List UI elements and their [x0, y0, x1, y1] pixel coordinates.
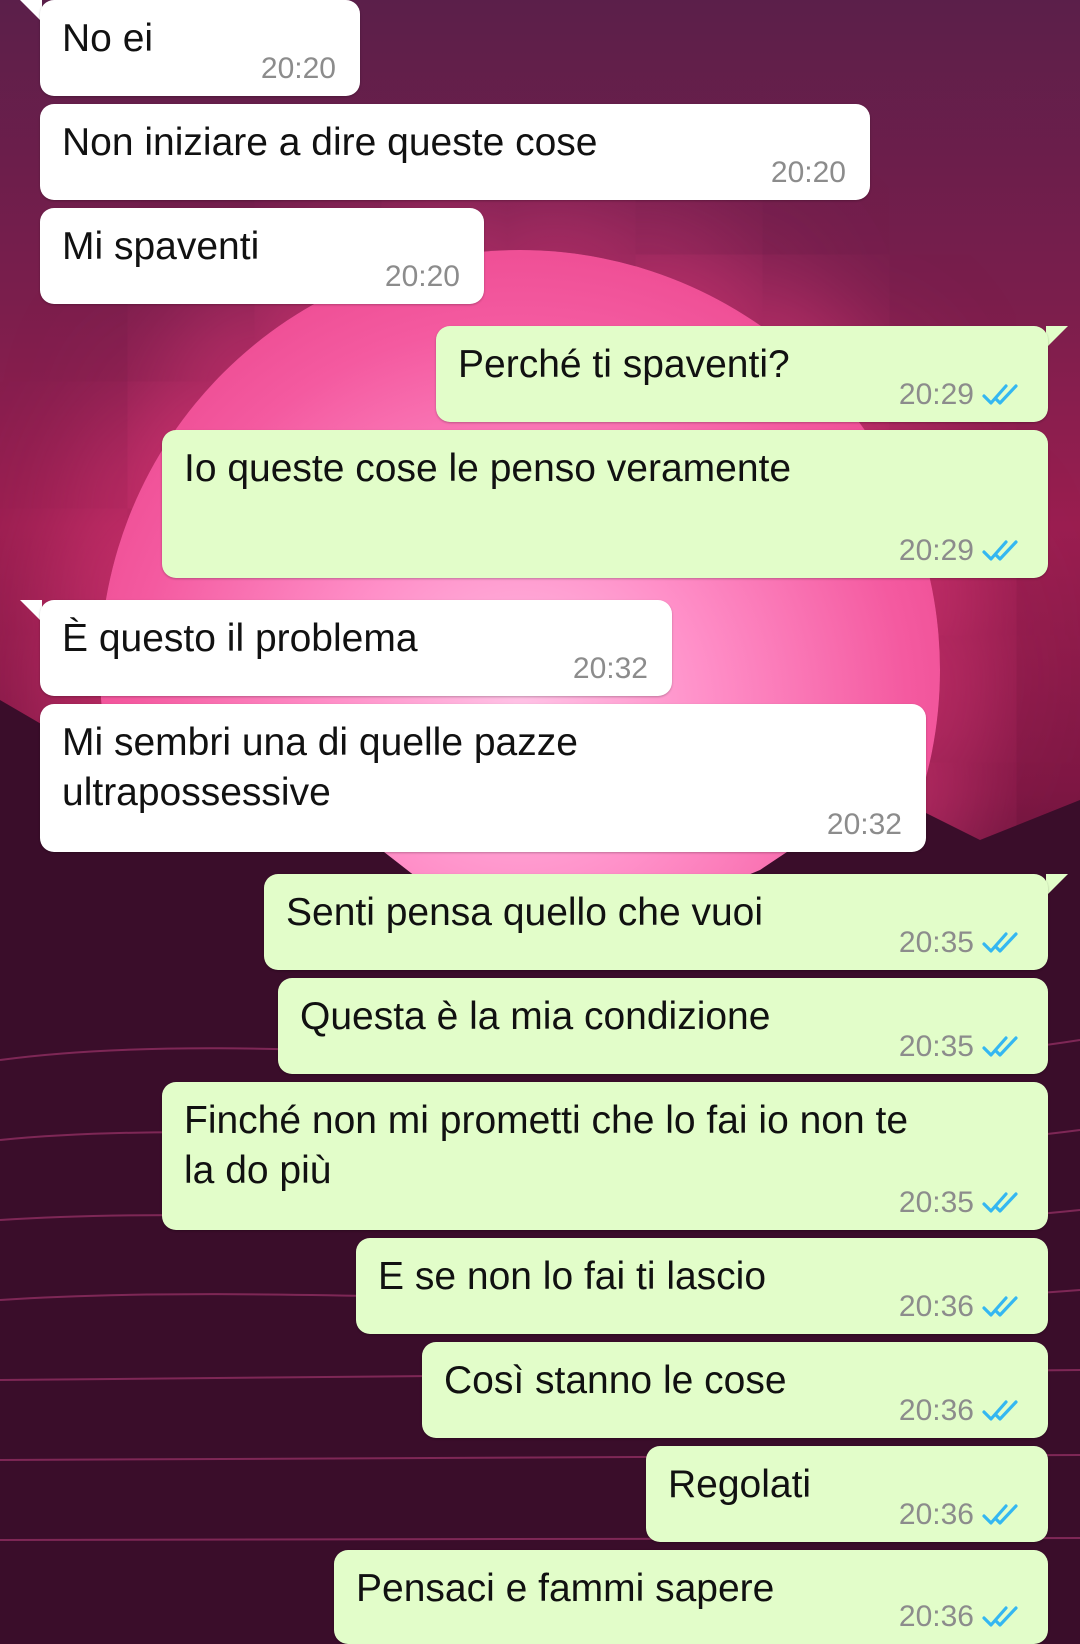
message-meta: 20:36 [899, 1600, 1024, 1634]
message-bubble-outgoing[interactable]: Io queste cose le penso veramente 20:29 [162, 430, 1048, 578]
message-meta: 20:29 [899, 378, 1024, 412]
message-bubble-outgoing[interactable]: Senti pensa quello che vuoi 20:35 [264, 874, 1048, 970]
message-meta: 20:20 [385, 260, 460, 294]
double-check-icon [982, 1296, 1018, 1317]
bubble-tail [1046, 326, 1068, 348]
message-bubble-outgoing[interactable]: Finché non mi prometti che lo fai io non… [162, 1082, 1048, 1230]
double-check-icon [982, 1606, 1018, 1627]
bubble-tail [20, 0, 42, 22]
message-time: 20:32 [826, 808, 902, 841]
bubble-tail [20, 600, 42, 622]
message-time: 20:20 [770, 156, 846, 189]
message-bubble-incoming[interactable]: È questo il problema 20:32 [40, 600, 672, 696]
message-time: 20:36 [898, 1394, 974, 1427]
message-text: È questo il problema [62, 617, 418, 660]
double-check-icon [982, 932, 1018, 953]
message-time: 20:20 [384, 260, 460, 293]
message-meta: 20:35 [899, 926, 1024, 960]
message-time: 20:36 [898, 1600, 974, 1633]
message-bubble-incoming[interactable]: Non iniziare a dire queste cose 20:20 [40, 104, 870, 200]
message-meta: 20:35 [899, 1186, 1024, 1220]
message-meta: 20:32 [573, 652, 648, 686]
message-bubble-incoming[interactable]: Mi sembri una di quelle pazze ultraposse… [40, 704, 926, 852]
message-meta: 20:32 [827, 808, 902, 842]
double-check-icon [982, 1192, 1018, 1213]
message-meta: 20:36 [899, 1498, 1024, 1532]
double-check-icon [982, 384, 1018, 405]
message-bubble-outgoing[interactable]: E se non lo fai ti lascio 20:36 [356, 1238, 1048, 1334]
message-time: 20:35 [898, 1030, 974, 1063]
message-text: Mi sembri una di quelle pazze ultraposse… [62, 721, 578, 814]
double-check-icon [982, 1400, 1018, 1421]
message-time: 20:35 [898, 926, 974, 959]
message-bubble-outgoing[interactable]: Pensaci e fammi sapere 20:36 [334, 1550, 1048, 1644]
double-check-icon [982, 1504, 1018, 1525]
message-time: 20:32 [572, 652, 648, 685]
bubble-tail [1046, 874, 1068, 896]
message-meta: 20:20 [771, 156, 846, 190]
message-time: 20:36 [898, 1290, 974, 1323]
message-bubble-outgoing[interactable]: Perché ti spaventi? 20:29 [436, 326, 1048, 422]
message-bubble-outgoing[interactable]: Questa è la mia condizione 20:35 [278, 978, 1048, 1074]
message-time: 20:20 [260, 52, 336, 85]
message-text: Finché non mi prometti che lo fai io non… [184, 1099, 909, 1192]
message-meta: 20:36 [899, 1394, 1024, 1428]
message-bubble-outgoing[interactable]: Regolati 20:36 [646, 1446, 1048, 1542]
message-meta: 20:20 [261, 52, 336, 86]
message-bubble-incoming[interactable]: Mi spaventi 20:20 [40, 208, 484, 304]
message-bubble-outgoing[interactable]: Così stanno le cose 20:36 [422, 1342, 1048, 1438]
double-check-icon [982, 1036, 1018, 1057]
message-meta: 20:29 [899, 534, 1024, 568]
message-time: 20:36 [898, 1498, 974, 1531]
message-meta: 20:36 [899, 1290, 1024, 1324]
message-time: 20:29 [898, 378, 974, 411]
message-time: 20:35 [898, 1186, 974, 1219]
message-text: Io queste cose le penso veramente [184, 447, 792, 490]
message-time: 20:29 [898, 534, 974, 567]
message-meta: 20:35 [899, 1030, 1024, 1064]
message-text: Non iniziare a dire queste cose [62, 121, 598, 164]
double-check-icon [982, 540, 1018, 561]
message-bubble-incoming[interactable]: No ei 20:20 [40, 0, 360, 96]
